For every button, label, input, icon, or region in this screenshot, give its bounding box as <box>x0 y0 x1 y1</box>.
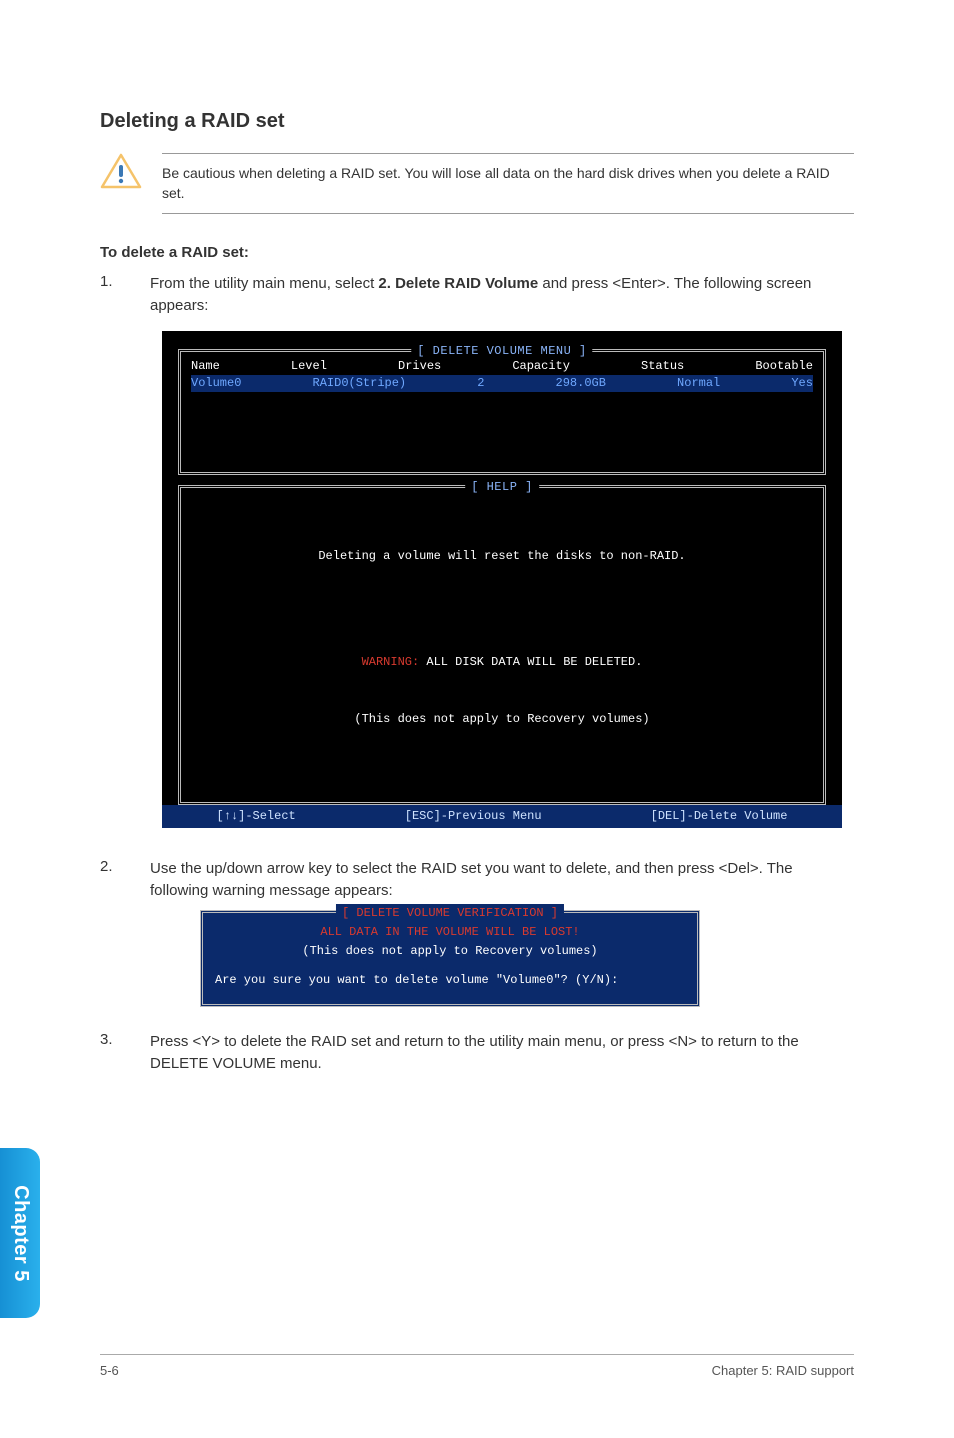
page-number: 5-6 <box>100 1363 119 1378</box>
cell-name: Volume0 <box>191 375 241 392</box>
col-drives: Drives <box>398 358 441 375</box>
step-number: 3. <box>100 1031 150 1075</box>
col-level: Level <box>291 358 327 375</box>
chapter-tab-label: Chapter 5 <box>9 1185 32 1282</box>
help-line3: (This does not apply to Recovery volumes… <box>191 710 813 729</box>
footer-del: [DEL]-Delete Volume <box>651 808 788 825</box>
footer-select: [↑↓]-Select <box>217 808 296 825</box>
step2-text: Use the up/down arrow key to select the … <box>150 860 793 899</box>
caution-icon <box>100 153 142 189</box>
procedure-title: To delete a RAID set: <box>100 244 854 261</box>
cell-bootable: Yes <box>791 375 813 392</box>
step1-bold: 2. Delete RAID Volume <box>378 275 538 292</box>
step-number: 2. <box>100 858 150 1007</box>
cell-level: RAID0(Stripe) <box>313 375 407 392</box>
cell-capacity: 298.0GB <box>556 375 606 392</box>
bios-menu-title: [ DELETE VOLUME MENU ] <box>411 343 592 360</box>
bios-help-title: [ HELP ] <box>465 479 539 496</box>
step-text: Press <Y> to delete the RAID set and ret… <box>150 1031 854 1075</box>
dialog-note: (This does not apply to Recovery volumes… <box>215 942 685 961</box>
bios-menu-frame: [ DELETE VOLUME MENU ] Name Level Drives… <box>178 349 826 476</box>
footer-esc: [ESC]-Previous Menu <box>405 808 542 825</box>
warning-rest: ALL DISK DATA WILL BE DELETED. <box>419 655 642 669</box>
delete-verification-dialog: [ DELETE VOLUME VERIFICATION ] ALL DATA … <box>200 910 700 1008</box>
cell-drives: 2 <box>477 375 484 392</box>
chapter-side-tab: Chapter 5 <box>0 1148 40 1318</box>
step3-text: Press <Y> to delete the RAID set and ret… <box>150 1033 799 1072</box>
chapter-label: Chapter 5: RAID support <box>712 1363 854 1378</box>
col-capacity: Capacity <box>512 358 570 375</box>
step1-before: From the utility main menu, select <box>150 275 378 292</box>
caution-text: Be cautious when deleting a RAID set. Yo… <box>162 164 854 203</box>
col-bootable: Bootable <box>755 358 813 375</box>
bios-delete-volume-screen: [ DELETE VOLUME MENU ] Name Level Drives… <box>162 331 842 805</box>
col-name: Name <box>191 358 220 375</box>
dialog-title: [ DELETE VOLUME VERIFICATION ] <box>336 904 564 923</box>
dialog-prompt[interactable]: Are you sure you want to delete volume "… <box>215 971 685 990</box>
step-3: 3. Press <Y> to delete the RAID set and … <box>100 1031 854 1075</box>
step-text: Use the up/down arrow key to select the … <box>150 858 854 1007</box>
warning-prefix: WARNING: <box>362 655 420 669</box>
help-line1: Deleting a volume will reset the disks t… <box>191 547 813 566</box>
cell-status: Normal <box>677 375 720 392</box>
dialog-warning: ALL DATA IN THE VOLUME WILL BE LOST! <box>215 923 685 942</box>
page-footer: 5-6 Chapter 5: RAID support <box>100 1354 854 1378</box>
step-1: 1. From the utility main menu, select 2.… <box>100 273 854 828</box>
col-status: Status <box>641 358 684 375</box>
bios-column-headers: Name Level Drives Capacity Status Bootab… <box>191 358 813 375</box>
section-title: Deleting a RAID set <box>100 110 854 133</box>
bios-help-frame: [ HELP ] Deleting a volume will reset th… <box>178 485 826 804</box>
step-number: 1. <box>100 273 150 828</box>
help-warning: WARNING: ALL DISK DATA WILL BE DELETED. <box>191 653 813 672</box>
step-text: From the utility main menu, select 2. De… <box>150 273 854 828</box>
step-2: 2. Use the up/down arrow key to select t… <box>100 858 854 1007</box>
caution-note: Be cautious when deleting a RAID set. Yo… <box>100 153 854 214</box>
bios-footer-bar: [↑↓]-Select [ESC]-Previous Menu [DEL]-De… <box>162 805 842 828</box>
bios-volume-row[interactable]: Volume0 RAID0(Stripe) 2 298.0GB Normal Y… <box>191 375 813 392</box>
